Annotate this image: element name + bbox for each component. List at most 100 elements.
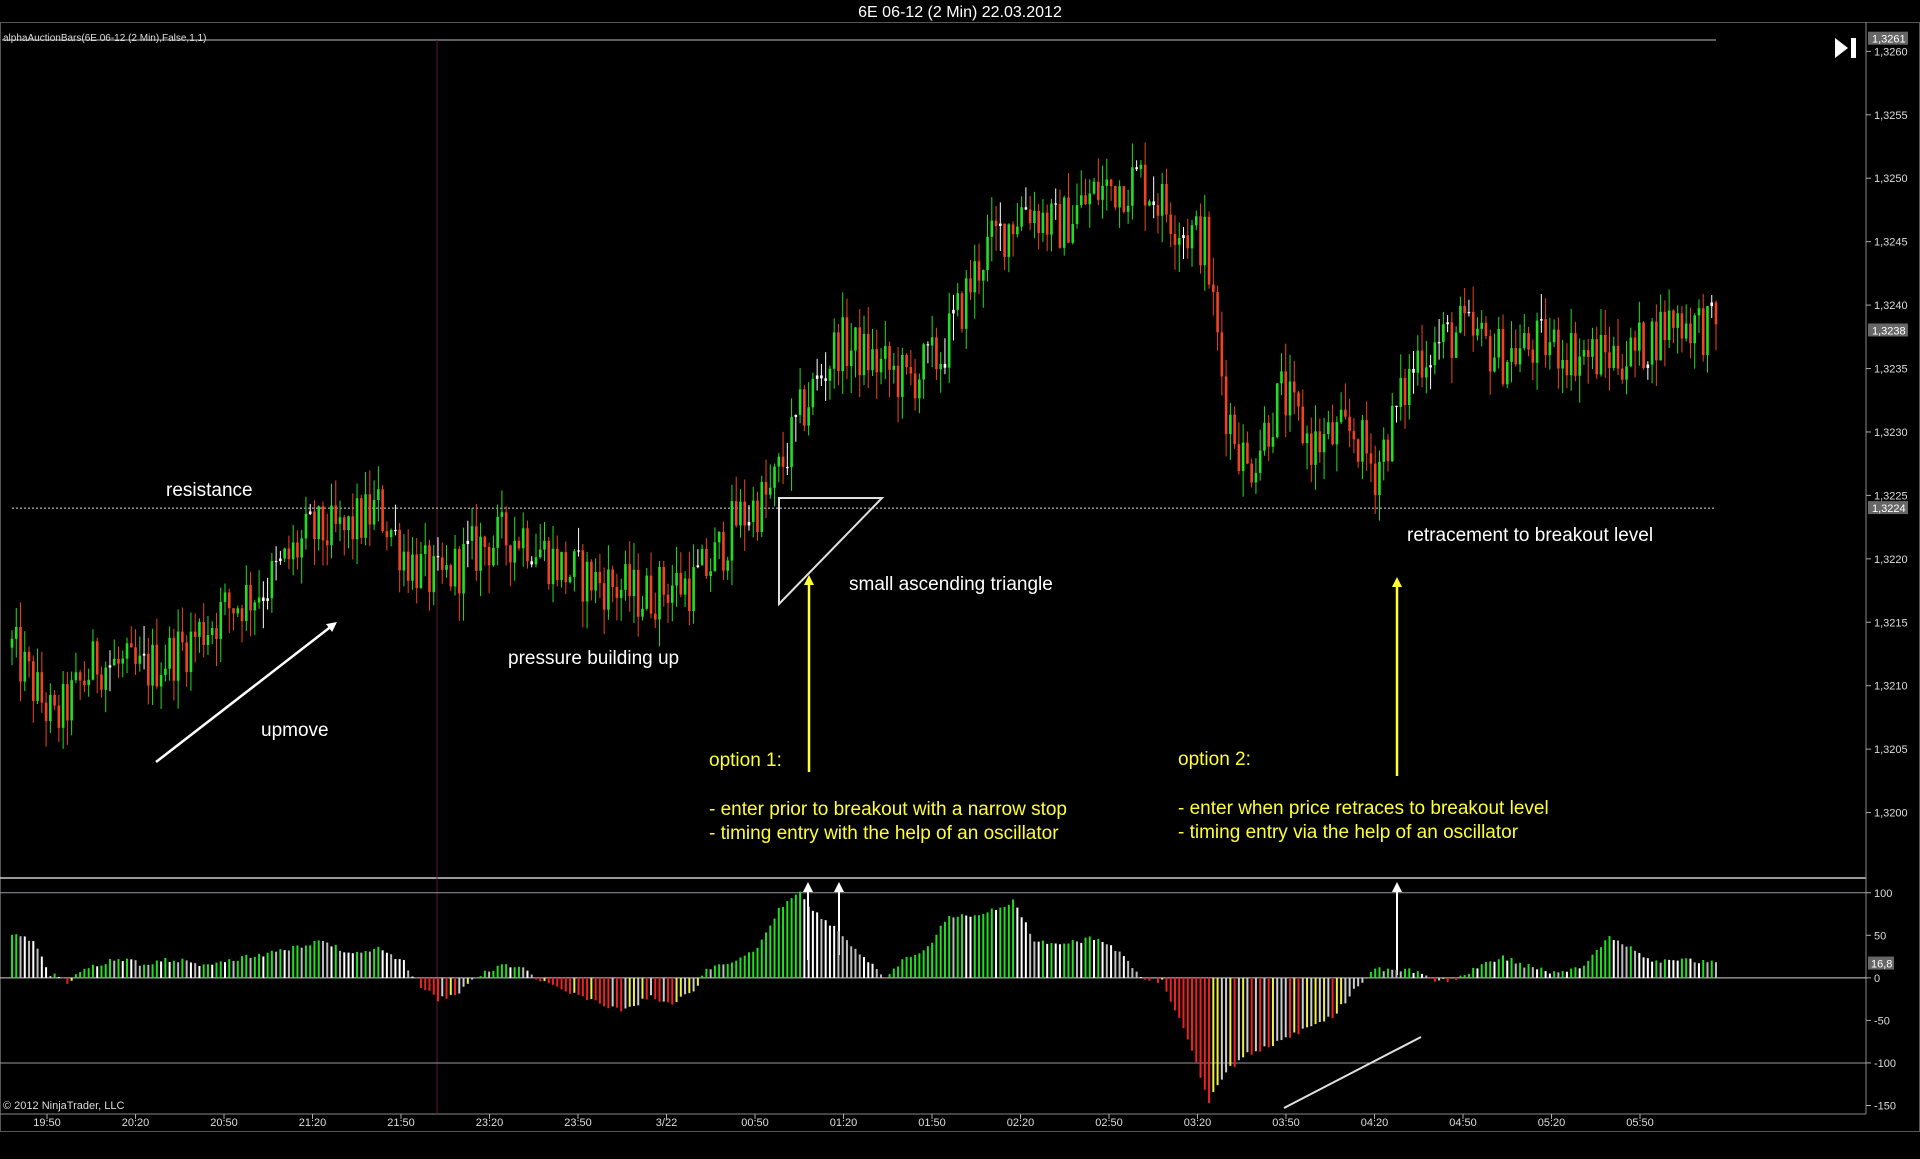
- price-bar-body: [1569, 333, 1573, 376]
- price-bar-body: [185, 642, 188, 673]
- price-bar-body: [555, 548, 559, 581]
- price-bar-body: [129, 643, 133, 648]
- price-bar-body: [624, 564, 627, 590]
- time-tick-label: 00:50: [741, 1117, 769, 1129]
- price-bar-body: [125, 643, 129, 659]
- price-bar-body: [159, 674, 163, 687]
- price-bar-body: [1557, 329, 1560, 369]
- price-bar-body: [36, 672, 39, 701]
- price-tick-label: 1,3210: [1874, 681, 1908, 693]
- price-bar-body: [91, 641, 95, 680]
- price-bar-body: [841, 317, 844, 372]
- price-bar-body: [717, 531, 721, 543]
- oscillator-tick-label: -150: [1874, 1100, 1896, 1112]
- price-bar-body: [1446, 322, 1449, 325]
- price-bar-body: [227, 592, 231, 609]
- price-bar-body: [334, 505, 338, 524]
- price-bar-body: [138, 655, 142, 664]
- price-bar-body: [509, 545, 512, 563]
- price-bar-body: [896, 365, 900, 397]
- price-bar-body: [466, 540, 470, 545]
- price-bar-body: [790, 416, 793, 468]
- price-bar-body: [1501, 329, 1505, 385]
- price-bar-body: [777, 456, 781, 467]
- price-bar-body: [492, 547, 495, 566]
- time-tick-label: 19:50: [33, 1117, 61, 1129]
- price-bar-body: [935, 337, 938, 370]
- price-tick-label: 1,3200: [1874, 808, 1908, 820]
- price-bar-body: [743, 501, 747, 526]
- price-bar-body: [394, 529, 397, 532]
- price-tick-label: 1,3220: [1874, 554, 1908, 566]
- price-bar-body: [232, 608, 235, 614]
- price-bar-body: [1356, 439, 1360, 462]
- price-bar-body: [973, 261, 977, 293]
- price-bar-body: [1365, 420, 1368, 454]
- time-tick-label: 05:20: [1538, 1117, 1566, 1129]
- price-bar-body: [547, 540, 551, 585]
- price-bar-body: [445, 565, 448, 570]
- price-bar-body: [1054, 203, 1057, 205]
- price-bar-body: [61, 684, 65, 728]
- price-bar-body: [1616, 345, 1620, 369]
- price-bar-body: [1488, 336, 1492, 372]
- price-bar-body: [786, 466, 789, 469]
- price-bar-body: [483, 536, 487, 547]
- price-bar-body: [436, 556, 440, 558]
- price-bar-body: [100, 674, 103, 690]
- price-bar-body: [172, 637, 176, 681]
- price-bar-body: [325, 540, 329, 546]
- price-bar-body: [1322, 434, 1326, 453]
- price-bar-body: [1190, 225, 1194, 249]
- price-bar-body: [1493, 357, 1496, 372]
- price-bar-body: [360, 498, 363, 538]
- price-bar-body: [1207, 216, 1211, 285]
- price-bar-body: [1114, 186, 1117, 208]
- price-bar-body: [112, 658, 116, 666]
- price-bar-body: [645, 575, 649, 609]
- price-bar-body: [1177, 238, 1181, 245]
- skip-to-end-icon[interactable]: [1833, 36, 1859, 60]
- price-bar-body: [1390, 405, 1394, 462]
- oscillator-tick-label: 0: [1874, 973, 1880, 985]
- price-bar-body: [304, 513, 308, 539]
- price-bar-body: [884, 346, 887, 359]
- price-bar-body: [1028, 209, 1032, 224]
- price-bar-body: [773, 466, 776, 488]
- price-bar-body: [1361, 420, 1364, 462]
- price-bar-body: [1097, 181, 1100, 200]
- price-bar-body: [521, 528, 525, 549]
- price-bar-body: [573, 551, 576, 577]
- price-bar-body: [1561, 360, 1564, 369]
- price-bar-body: [1016, 226, 1019, 235]
- price-bar-body: [198, 622, 201, 637]
- price-bar-body: [577, 550, 580, 552]
- price-bar-body: [1050, 203, 1053, 235]
- price-bar-body: [675, 572, 678, 586]
- price-bar-body: [338, 517, 342, 524]
- price-bar-body: [892, 365, 896, 370]
- option1-title: option 1:: [709, 750, 782, 771]
- price-bar-body: [202, 622, 205, 645]
- price-bar-body: [1497, 329, 1501, 358]
- price-bar-body: [1037, 210, 1040, 234]
- price-tick-label: 1,3240: [1874, 300, 1908, 312]
- price-bar-body: [1650, 321, 1654, 365]
- price-bar-body: [428, 545, 431, 593]
- price-bar-body: [1237, 444, 1241, 472]
- price-bar-body: [189, 631, 193, 673]
- price-bar-body: [632, 569, 636, 597]
- time-tick-label: 04:50: [1449, 1117, 1477, 1129]
- price-bar-body: [181, 631, 184, 643]
- price-bar-body: [1663, 311, 1667, 341]
- price-bar-body: [14, 626, 18, 639]
- price-bar-body: [960, 293, 964, 329]
- price-bar-body: [32, 661, 35, 701]
- time-tick-label: 01:20: [830, 1117, 858, 1129]
- price-bar-body: [871, 349, 874, 371]
- price-bar-body: [1505, 361, 1509, 385]
- price-bar-body: [832, 332, 836, 369]
- price-bar-body: [862, 333, 866, 376]
- price-bar-body: [722, 531, 725, 571]
- price-bar-body: [1403, 377, 1407, 405]
